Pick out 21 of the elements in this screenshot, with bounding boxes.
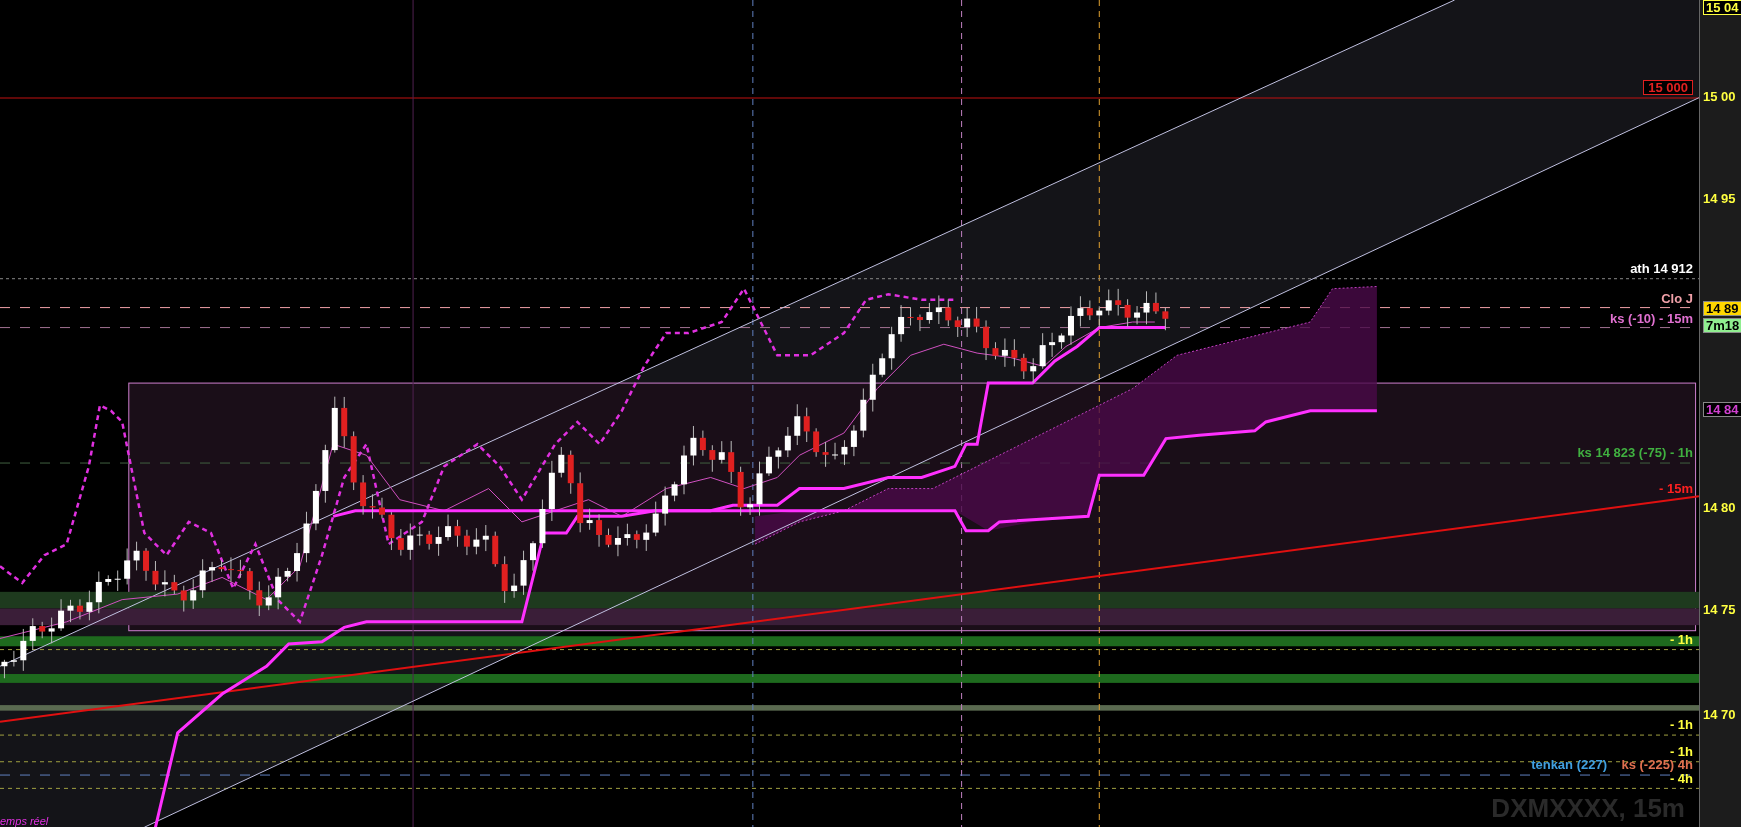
price-line-label: Clo J <box>1661 291 1693 305</box>
price-line-label: - 4h <box>1669 771 1693 785</box>
price-line-label: tenkan (227) <box>1531 758 1607 772</box>
axis-price-label: 14 89 <box>1703 300 1741 316</box>
axis-price-label: 15 04 <box>1703 0 1741 15</box>
axis-price-label: 15 00 <box>1703 89 1736 103</box>
price-line-label: - 1h <box>1669 632 1693 646</box>
price-line-label: - 15m <box>1659 481 1693 495</box>
axis-price-label: 14 80 <box>1703 500 1736 514</box>
axis-price-label: 14 84 <box>1703 401 1741 417</box>
price-line-label: - 1h <box>1669 718 1693 732</box>
axis-price-label: 14 95 <box>1703 191 1736 205</box>
price-line-label: - 1h <box>1669 744 1693 758</box>
axis-price-label: 14 75 <box>1703 602 1736 616</box>
axis-price-label: 14 70 <box>1703 708 1736 722</box>
price-line-label: ath 14 912 <box>1630 261 1693 275</box>
footer-note: emps réel <box>0 816 49 827</box>
price-line-label: ks 14 823 (-75) - 1h <box>1577 446 1693 460</box>
price-line-label: ks (-225) 4h <box>1621 758 1693 772</box>
price-line-label: ks (-10) - 15m <box>1609 311 1693 325</box>
axis-price-label: 7m18 <box>1703 318 1741 334</box>
